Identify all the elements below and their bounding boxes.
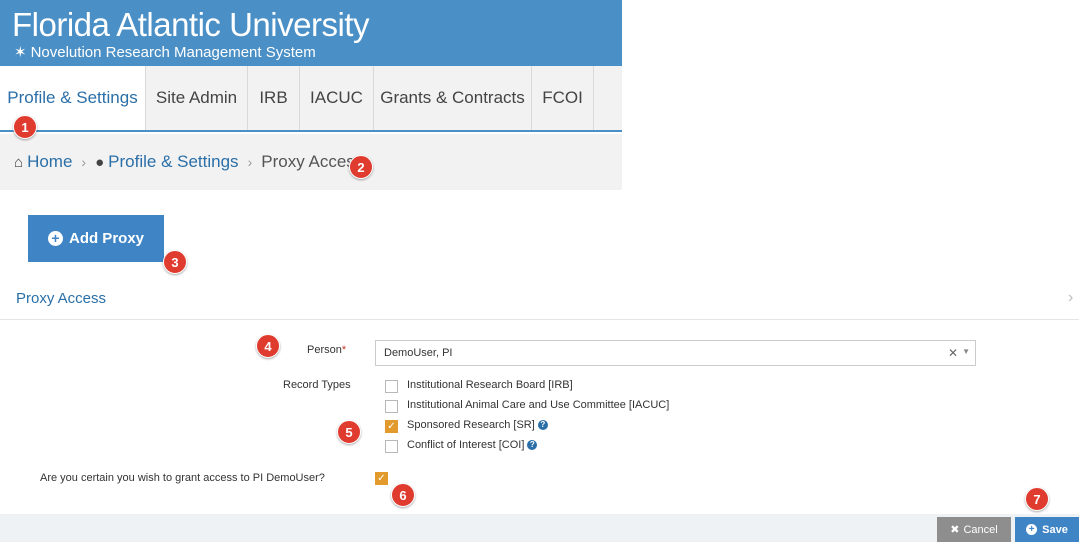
section-divider xyxy=(0,319,1079,320)
tab-grants-contracts[interactable]: Grants & Contracts xyxy=(374,66,532,130)
step-badge-1: 1 xyxy=(13,115,37,139)
help-icon[interactable]: ? xyxy=(527,440,538,450)
cancel-label: Cancel xyxy=(963,523,998,536)
caret-down-icon[interactable]: ▼ xyxy=(962,347,970,356)
breadcrumb-home[interactable]: Home xyxy=(27,152,72,172)
option-sr-label: Sponsored Research [SR] xyxy=(407,419,535,431)
step-badge-6: 6 xyxy=(391,483,415,507)
checkbox-coi[interactable] xyxy=(385,440,398,453)
step-badge-7: 7 xyxy=(1025,487,1049,511)
checkbox-irb[interactable] xyxy=(385,380,398,393)
option-sr: Sponsored Research [SR]? xyxy=(407,419,548,431)
cancel-button[interactable]: ✖ Cancel xyxy=(937,517,1011,542)
plus-circle-icon: + xyxy=(1026,524,1038,535)
person-label-text: Person xyxy=(307,344,342,356)
step-badge-5: 5 xyxy=(337,420,361,444)
option-irb-label: Institutional Research Board [IRB] xyxy=(407,379,573,391)
main-nav-tabs: Profile & Settings Site Admin IRB IACUC … xyxy=(0,66,622,132)
university-name: Florida Atlantic University xyxy=(12,6,369,43)
step-badge-2: 2 xyxy=(349,155,373,179)
checkbox-sponsored-research[interactable]: ✓ xyxy=(385,420,398,433)
tab-irb[interactable]: IRB xyxy=(248,66,300,130)
system-name: ✶ Novelution Research Management System xyxy=(14,43,316,61)
chevron-right-icon[interactable]: › xyxy=(1068,289,1073,307)
required-marker: * xyxy=(341,344,347,356)
clear-icon[interactable]: ✕ xyxy=(948,346,958,360)
tab-site-admin[interactable]: Site Admin xyxy=(146,66,248,130)
breadcrumb-profile-settings[interactable]: Profile & Settings xyxy=(108,152,238,172)
option-coi-label: Conflict of Interest [COI] xyxy=(407,439,525,451)
confirm-checkbox[interactable]: ✓ xyxy=(375,472,388,485)
step-badge-4: 4 xyxy=(256,334,280,358)
save-label: Save xyxy=(1042,523,1068,536)
section-title: Proxy Access xyxy=(16,290,107,307)
breadcrumb: ⌂ Home › ● Profile & Settings › Proxy Ac… xyxy=(0,134,622,190)
home-icon: ⌂ xyxy=(14,153,24,171)
breadcrumb-separator: › xyxy=(81,154,87,170)
close-icon: ✖ xyxy=(950,524,960,536)
footer-bar xyxy=(0,514,1079,542)
step-badge-3: 3 xyxy=(163,250,187,274)
save-button[interactable]: + Save xyxy=(1015,517,1079,542)
tab-fcoi[interactable]: FCOI xyxy=(532,66,594,130)
person-select-value: DemoUser, PI xyxy=(384,347,453,359)
header-banner: Florida Atlantic University ✶ Novelution … xyxy=(0,0,622,66)
add-proxy-button[interactable]: + Add Proxy xyxy=(28,215,164,262)
option-coi: Conflict of Interest [COI]? xyxy=(407,439,538,451)
breadcrumb-current: Proxy Access xyxy=(261,152,364,171)
option-iacuc-label: Institutional Animal Care and Use Commit… xyxy=(407,399,670,411)
star-icon: ✶ xyxy=(14,44,27,61)
add-proxy-label: Add Proxy xyxy=(68,230,144,247)
help-icon[interactable]: ? xyxy=(537,420,548,430)
person-label: Person* xyxy=(307,344,346,356)
plus-circle-icon: + xyxy=(47,231,63,246)
record-types-label: Record Types xyxy=(283,379,351,391)
user-icon: ● xyxy=(95,153,105,171)
confirm-label: Are you certain you wish to grant access… xyxy=(40,472,325,484)
breadcrumb-separator: › xyxy=(247,154,253,170)
person-select[interactable]: DemoUser, PI ✕ ▼ xyxy=(375,340,976,366)
checkbox-iacuc[interactable] xyxy=(385,400,398,413)
system-name-text: Novelution Research Management System xyxy=(30,44,316,61)
tab-iacuc[interactable]: IACUC xyxy=(300,66,374,130)
